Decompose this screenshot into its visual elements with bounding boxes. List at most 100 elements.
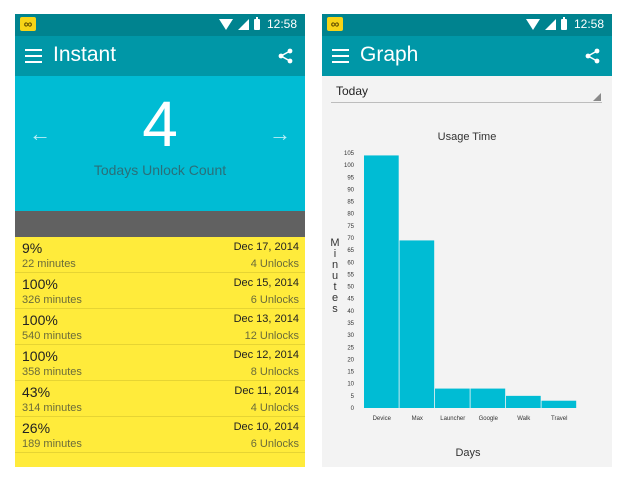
history-percent: 43%: [22, 384, 51, 400]
bar-max: [399, 240, 435, 408]
y-tick-label: 85: [347, 200, 354, 206]
history-row[interactable]: 100% 540 minutes Dec 13, 2014 12 Unlocks: [15, 309, 305, 345]
bar-travel: [541, 400, 577, 408]
history-row[interactable]: 26% 189 minutes Dec 10, 2014 6 Unlocks: [15, 417, 305, 453]
period-dropdown[interactable]: Today: [331, 82, 602, 103]
status-time: 12:58: [266, 17, 297, 31]
history-minutes: 358 minutes: [22, 366, 82, 378]
history-date: Dec 15, 2014: [233, 277, 299, 289]
x-tick-label: Device: [373, 416, 392, 422]
share-icon[interactable]: [277, 47, 295, 65]
history-date: Dec 17, 2014: [233, 241, 299, 253]
y-tick-label: 0: [351, 406, 355, 412]
y-tick-label: 10: [347, 382, 354, 388]
status-bar: ∞ 12:58: [322, 14, 612, 36]
app-bar: Instant: [15, 36, 305, 76]
app-bar: Graph: [322, 36, 612, 76]
history-percent: 100%: [22, 276, 58, 292]
history-date: Dec 13, 2014: [233, 313, 299, 325]
menu-icon[interactable]: [25, 49, 42, 63]
history-minutes: 189 minutes: [22, 438, 82, 450]
history-unlocks: 6 Unlocks: [250, 438, 299, 450]
battery-icon: [253, 16, 260, 30]
x-tick-label: Google: [479, 416, 499, 422]
dropdown-caret-icon: [593, 93, 601, 101]
x-tick-label: Walk: [517, 416, 531, 422]
instant-screen: ∞ 12:58 Instant ← 4 → Todays Unlock Coun…: [15, 14, 305, 467]
infinity-icon: ∞: [327, 17, 343, 31]
menu-icon[interactable]: [332, 49, 349, 63]
usage-chart: Usage Time M i n u t e s Days 0 5 10 15 20 25 30 35 40 45 5…: [330, 131, 577, 459]
unlock-count-panel: ← 4 → Todays Unlock Count: [15, 76, 305, 211]
bar-device: [364, 155, 399, 408]
battery-icon: [560, 16, 567, 30]
history-percent: 100%: [22, 312, 58, 328]
history-date: Dec 12, 2014: [233, 349, 299, 361]
arrow-right-icon[interactable]: →: [269, 121, 291, 147]
signal-icon: [237, 18, 249, 30]
page-title: Graph: [360, 43, 419, 66]
y-tick-label: 105: [344, 151, 355, 157]
y-tick-label: 40: [347, 309, 354, 315]
graph-screen: ∞ 12:58 Graph Today Usage Time Mi n u t e s Day…: [322, 14, 612, 467]
history-minutes: 314 minutes: [22, 402, 82, 414]
history-row[interactable]: 9% 22 minutes Dec 17, 2014 4 Unlocks: [15, 237, 305, 273]
chart-title: Usage Time: [438, 131, 497, 143]
y-tick-label: 15: [347, 370, 354, 376]
bar-google: [470, 388, 506, 408]
y-tick-label: 45: [347, 297, 354, 303]
y-tick-label: 35: [347, 321, 354, 327]
history-unlocks: 12 Unlocks: [244, 330, 299, 342]
x-tick-label: Max: [412, 416, 423, 422]
x-tick-label: Travel: [551, 416, 567, 422]
infinity-icon: ∞: [20, 17, 36, 31]
status-time: 12:58: [573, 17, 604, 31]
bar-launcher: [435, 388, 470, 408]
y-tick-label: 30: [347, 333, 354, 339]
y-tick-label: 80: [347, 212, 354, 218]
bar-walk: [506, 395, 541, 408]
y-tick-label: 20: [347, 357, 354, 363]
share-icon[interactable]: [584, 47, 602, 65]
history-minutes: 22 minutes: [22, 258, 76, 270]
wifi-icon: [218, 18, 233, 30]
x-axis-label: Days: [455, 447, 481, 459]
history-date: Dec 11, 2014: [234, 385, 299, 397]
unlock-count-label: Todays Unlock Count: [93, 162, 227, 178]
y-tick-label: 25: [347, 345, 354, 351]
y-tick-label: 75: [347, 224, 354, 230]
history-unlocks: 4 Unlocks: [250, 258, 299, 270]
y-tick-label: 65: [347, 248, 354, 254]
history-unlocks: 8 Unlocks: [250, 366, 299, 378]
y-axis-label: Minutes: [330, 237, 339, 315]
y-tick-label: 70: [347, 236, 354, 242]
x-tick-label: Launcher: [440, 416, 465, 422]
page-title: Instant: [53, 43, 117, 66]
history-minutes: 326 minutes: [22, 294, 82, 306]
history-unlocks: 6 Unlocks: [250, 294, 299, 306]
status-bar: ∞ 12:58: [15, 14, 305, 36]
y-tick-label: 95: [347, 175, 354, 181]
wifi-icon: [525, 18, 540, 30]
y-tick-label: 60: [347, 260, 354, 266]
history-row[interactable]: 43% 314 minutes Dec 11, 2014 4 Unlocks: [15, 381, 305, 417]
y-tick-label: 100: [344, 163, 355, 169]
history-list: 9% 22 minutes Dec 17, 2014 4 Unlocks 100% 326…: [15, 237, 305, 467]
y-tick-label: 5: [351, 394, 355, 400]
status-icons: 12:58: [218, 16, 297, 31]
y-tick-label: 90: [347, 187, 354, 193]
y-tick-label: 50: [347, 285, 354, 291]
history-date: Dec 10, 2014: [233, 421, 299, 433]
divider-band: [15, 211, 305, 237]
y-tick-label: 55: [347, 272, 354, 278]
dropdown-selected: Today: [336, 84, 369, 98]
history-percent: 9%: [22, 240, 43, 256]
history-percent: 100%: [22, 348, 58, 364]
history-minutes: 540 minutes: [22, 330, 82, 342]
history-row[interactable]: 100% 358 minutes Dec 12, 2014 8 Unlocks: [15, 345, 305, 381]
status-icons: 12:58: [525, 16, 604, 31]
history-row[interactable]: 100% 326 minutes Dec 15, 2014 6 Unlocks: [15, 273, 305, 309]
history-percent: 26%: [22, 420, 51, 436]
signal-icon: [544, 18, 556, 30]
history-unlocks: 4 Unlocks: [250, 402, 299, 414]
